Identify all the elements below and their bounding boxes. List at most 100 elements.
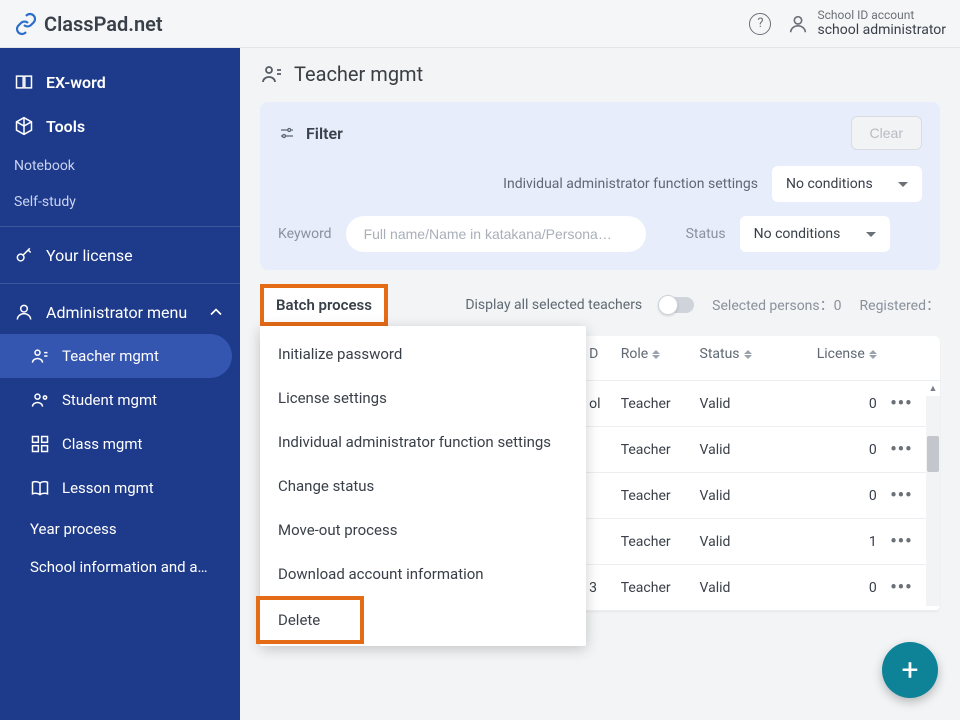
teacher-icon [30, 346, 50, 366]
account-type: School ID account [817, 8, 946, 22]
sidebar-label: Administrator menu [46, 303, 187, 322]
sidebar-item-license[interactable]: Your license [0, 233, 240, 277]
dropdown-value: No conditions [754, 226, 841, 242]
cell-status: Valid [700, 580, 798, 596]
sidebar-item-selfstudy[interactable]: Self-study [0, 184, 240, 220]
sidebar-label: EX-word [46, 73, 106, 92]
cell-license: 0 [798, 442, 877, 458]
sidebar-item-exword[interactable]: EX-word [0, 60, 240, 104]
filter-admin-label: Individual administrator function settin… [498, 175, 758, 193]
sliders-icon [278, 124, 296, 142]
sidebar-label: Year process [30, 520, 117, 538]
menu-item-change-status[interactable]: Change status [260, 464, 586, 508]
menu-item-delete[interactable]: Delete [260, 600, 360, 640]
sidebar-item-lesson-mgmt[interactable]: Lesson mgmt [0, 466, 240, 510]
sidebar-item-teacher-mgmt[interactable]: Teacher mgmt [0, 334, 232, 378]
col-header-role[interactable]: Role [621, 346, 700, 362]
sidebar-item-student-mgmt[interactable]: Student mgmt [0, 378, 240, 422]
sidebar-label: School information and a… [30, 558, 208, 576]
dropdown-value: No conditions [786, 176, 873, 192]
sidebar-label: Your license [46, 246, 133, 265]
keyword-input[interactable] [346, 216, 646, 252]
scrollbar-thumb[interactable] [927, 436, 939, 472]
add-button[interactable]: + [882, 642, 938, 698]
filter-title: Filter [306, 124, 343, 143]
clear-button[interactable]: Clear [851, 116, 922, 150]
cell-license: 0 [798, 488, 877, 504]
caret-down-icon [898, 182, 908, 187]
help-icon[interactable]: ? [749, 13, 771, 35]
cell-role: Teacher [621, 442, 700, 458]
selected-count: Selected persons：0 [712, 295, 841, 315]
admin-filter-dropdown[interactable]: No conditions [772, 166, 922, 202]
menu-item-moveout[interactable]: Move-out process [260, 508, 586, 552]
cell-license: 0 [798, 580, 877, 596]
status-filter-dropdown[interactable]: No conditions [740, 216, 890, 252]
user-icon [787, 13, 809, 35]
row-actions-button[interactable]: ••• [877, 485, 926, 506]
sidebar-label: Lesson mgmt [62, 479, 154, 497]
sidebar-label: Teacher mgmt [62, 347, 159, 365]
cell-d: ol [589, 396, 605, 412]
book-icon [14, 72, 34, 92]
user-icon [14, 302, 34, 322]
chevron-up-icon [206, 302, 226, 322]
sidebar-item-school-info[interactable]: School information and a… [0, 548, 240, 586]
col-header-license[interactable]: License [798, 346, 877, 362]
sidebar: EX-word Tools Notebook Self-study Your l… [0, 48, 240, 720]
menu-item-admin-function[interactable]: Individual administrator function settin… [260, 420, 586, 464]
topbar: ClassPad.net ? School ID account school … [0, 0, 960, 48]
content: Teacher mgmt Filter Clear Individual adm… [240, 48, 960, 720]
batch-process-menu: Initialize password License settings Ind… [260, 326, 586, 646]
row-actions-button[interactable]: ••• [877, 439, 926, 460]
box-icon [14, 116, 34, 136]
account-role: school administrator [817, 22, 946, 39]
cell-license: 0 [798, 396, 877, 412]
row-actions-button[interactable]: ••• [877, 393, 926, 414]
menu-item-download-account[interactable]: Download account information [260, 552, 586, 596]
sidebar-label: Tools [46, 117, 85, 136]
caret-down-icon [866, 232, 876, 237]
cell-status: Valid [700, 534, 798, 550]
cell-status: Valid [700, 488, 798, 504]
link-icon [14, 12, 38, 36]
cell-d: 3 [589, 580, 605, 596]
display-all-label: Display all selected teachers [465, 297, 642, 313]
list-toolbar: Batch process Display all selected teach… [260, 284, 940, 326]
open-book-icon [30, 478, 50, 498]
page-title: Teacher mgmt [294, 62, 423, 86]
status-label: Status [686, 226, 726, 242]
sidebar-item-year-process[interactable]: Year process [0, 510, 240, 548]
cell-role: Teacher [621, 396, 700, 412]
cell-license: 1 [798, 534, 877, 550]
page-header: Teacher mgmt [260, 62, 940, 86]
brand[interactable]: ClassPad.net [14, 12, 163, 36]
cell-role: Teacher [621, 488, 700, 504]
display-all-toggle[interactable] [660, 297, 694, 313]
sidebar-item-notebook[interactable]: Notebook [0, 148, 240, 184]
col-header-d[interactable]: D [589, 346, 605, 362]
key-icon [14, 245, 34, 265]
col-header-status[interactable]: Status [700, 346, 798, 362]
teacher-icon [260, 62, 284, 86]
registered-count: Registered： [860, 295, 940, 315]
row-actions-button[interactable]: ••• [877, 577, 926, 598]
brand-name: ClassPad.net [44, 12, 163, 36]
batch-process-button[interactable]: Batch process [260, 284, 388, 326]
sidebar-item-class-mgmt[interactable]: Class mgmt [0, 422, 240, 466]
scroll-down-icon[interactable]: ▼ [927, 608, 939, 611]
cell-status: Valid [700, 442, 798, 458]
menu-item-license-settings[interactable]: License settings [260, 376, 586, 420]
scrollbar-track[interactable] [926, 396, 940, 606]
row-actions-button[interactable]: ••• [877, 531, 926, 552]
user-account[interactable]: School ID account school administrator [787, 8, 946, 39]
scroll-up-icon[interactable]: ▲ [927, 382, 939, 394]
menu-item-initialize-password[interactable]: Initialize password [260, 332, 586, 376]
cell-role: Teacher [621, 580, 700, 596]
sidebar-item-admin-menu[interactable]: Administrator menu [0, 290, 240, 334]
sidebar-label: Notebook [14, 158, 75, 174]
cell-status: Valid [700, 396, 798, 412]
cell-role: Teacher [621, 534, 700, 550]
sidebar-item-tools[interactable]: Tools [0, 104, 240, 148]
divider [0, 226, 240, 227]
